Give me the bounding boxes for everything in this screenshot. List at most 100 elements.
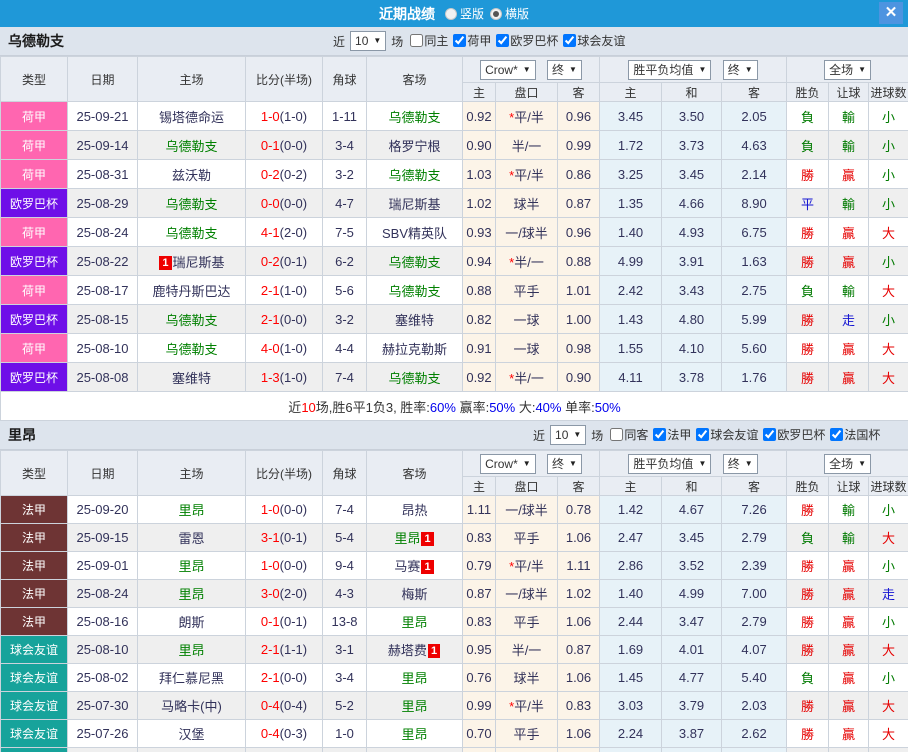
match-filter: 近 10 ▼ 场 同客法甲球会友谊欧罗巴杯法国杯 bbox=[533, 421, 880, 449]
home-team[interactable]: 兹沃勒 bbox=[138, 160, 246, 189]
team-name-text: 乌德勒支 bbox=[388, 168, 440, 183]
filter-checkbox[interactable] bbox=[610, 428, 623, 441]
filter-checkbox[interactable] bbox=[830, 428, 843, 441]
away-team[interactable]: 乌德勒支 bbox=[367, 160, 463, 189]
filter-checkbox[interactable] bbox=[563, 34, 576, 47]
filter-checkbox-item[interactable]: 法国杯 bbox=[827, 426, 880, 443]
filter-checkbox-item[interactable]: 欧罗巴杯 bbox=[493, 32, 558, 49]
match-count-select[interactable]: 10 ▼ bbox=[350, 31, 386, 51]
filter-checkbox[interactable] bbox=[496, 34, 509, 47]
home-team[interactable]: 朗斯 bbox=[138, 608, 246, 636]
away-team[interactable]: 瑞尼斯基 bbox=[367, 189, 463, 218]
avg-odds-dropdown[interactable]: 胜平负均值▼ bbox=[628, 60, 711, 80]
odds-home: 0.82 bbox=[463, 305, 496, 334]
close-button[interactable]: ✕ bbox=[879, 2, 903, 24]
home-team[interactable]: 乌德勒支 bbox=[138, 218, 246, 247]
full-match-dropdown[interactable]: 全场▼ bbox=[824, 454, 871, 474]
away-team[interactable]: 里昂 bbox=[367, 720, 463, 748]
away-team[interactable]: 里昂 bbox=[367, 692, 463, 720]
odds-source-dropdown[interactable]: Crow*▼ bbox=[480, 454, 536, 474]
home-team[interactable]: 鹿特丹斯巴达 bbox=[138, 276, 246, 305]
away-team[interactable]: 格罗宁根 bbox=[367, 131, 463, 160]
odds-home: 0.88 bbox=[463, 276, 496, 305]
red-card-badge: 1 bbox=[421, 532, 433, 546]
half-time-score: (0-0) bbox=[280, 670, 307, 685]
filter-checkbox-item[interactable]: 欧罗巴杯 bbox=[760, 426, 825, 443]
avg-home-odds: 1.69 bbox=[600, 636, 662, 664]
odds-source-dropdown[interactable]: Crow*▼ bbox=[480, 60, 536, 80]
home-team[interactable]: 里昂 bbox=[138, 552, 246, 580]
league-type-cell: 荷甲 bbox=[1, 334, 68, 363]
odds-final-dropdown[interactable]: 终▼ bbox=[547, 454, 582, 474]
layout-radio-vertical[interactable]: 竖版 bbox=[445, 5, 484, 22]
home-team[interactable]: 里昂 bbox=[138, 580, 246, 608]
away-team[interactable]: 梅斯 bbox=[367, 580, 463, 608]
odds-home: 0.92 bbox=[463, 102, 496, 131]
summary-segment: 场,胜6平1负3, 胜率: bbox=[316, 400, 430, 415]
avg-odds-dropdown[interactable]: 胜平负均值▼ bbox=[628, 454, 711, 474]
corner-score: 4-7 bbox=[323, 189, 367, 218]
away-team[interactable]: 乌德勒支 bbox=[367, 276, 463, 305]
home-team[interactable]: 乌德勒支 bbox=[138, 189, 246, 218]
away-team[interactable]: 乌德勒支 bbox=[367, 247, 463, 276]
filter-checkbox[interactable] bbox=[696, 428, 709, 441]
home-team[interactable]: 汉堡 bbox=[138, 720, 246, 748]
full-time-score: 4-0 bbox=[261, 341, 280, 356]
away-team[interactable]: 里昂 bbox=[367, 664, 463, 692]
filter-checkbox-label: 法甲 bbox=[667, 426, 691, 443]
column-header-home: 主场 bbox=[138, 57, 246, 102]
home-team[interactable]: 马略卡(中) bbox=[138, 692, 246, 720]
filter-checkbox-item[interactable]: 荷甲 bbox=[450, 32, 491, 49]
away-team[interactable]: 马赛1 bbox=[367, 552, 463, 580]
away-team[interactable]: SBV精英队 bbox=[367, 218, 463, 247]
result-wdl: 勝 bbox=[787, 247, 829, 276]
layout-radio-horizontal[interactable]: 横版 bbox=[490, 5, 529, 22]
home-team[interactable]: 里昂 bbox=[138, 496, 246, 524]
odds-away: 0.99 bbox=[558, 131, 600, 160]
home-team[interactable]: 乌德勒支 bbox=[138, 334, 246, 363]
team-name-text: 汉堡 bbox=[178, 727, 204, 742]
home-team[interactable]: 乌德勒支 bbox=[138, 305, 246, 334]
away-team[interactable]: 里昂1 bbox=[367, 524, 463, 552]
away-team[interactable]: 昂热 bbox=[367, 496, 463, 524]
corner-score: 4-3 bbox=[323, 580, 367, 608]
filter-checkbox-item[interactable]: 同客 bbox=[607, 426, 648, 443]
live-line-asterisk: * bbox=[509, 168, 514, 183]
corner-score: 3-4 bbox=[323, 664, 367, 692]
filter-checkbox[interactable] bbox=[653, 428, 666, 441]
away-team[interactable]: 乌德勒支 bbox=[367, 102, 463, 131]
filter-checkbox-item[interactable]: 球会友谊 bbox=[560, 32, 625, 49]
league-type-cell: 法甲 bbox=[1, 524, 68, 552]
home-team[interactable]: 锡塔德命运 bbox=[138, 102, 246, 131]
odds-home: 1.11 bbox=[463, 496, 496, 524]
filter-checkbox-item[interactable]: 法甲 bbox=[650, 426, 691, 443]
filter-checkbox[interactable] bbox=[763, 428, 776, 441]
avg-final-dropdown[interactable]: 终▼ bbox=[723, 60, 758, 80]
odds-final-dropdown[interactable]: 终▼ bbox=[547, 60, 582, 80]
filter-checkbox[interactable] bbox=[453, 34, 466, 47]
filter-checkbox-item[interactable]: 球会友谊 bbox=[693, 426, 758, 443]
home-team[interactable]: 里昂(中) bbox=[138, 748, 246, 752]
away-team[interactable]: 赫塔费1 bbox=[367, 636, 463, 664]
home-team[interactable]: 雷恩 bbox=[138, 524, 246, 552]
score-cell: 0-1(0-0) bbox=[246, 131, 323, 160]
handicap-line: 平手 bbox=[496, 276, 558, 305]
avg-final-dropdown[interactable]: 终▼ bbox=[723, 454, 758, 474]
subcol-result-goals: 进球数 bbox=[869, 83, 908, 102]
home-team[interactable]: 乌德勒支 bbox=[138, 131, 246, 160]
home-team[interactable]: 1瑞尼斯基 bbox=[138, 247, 246, 276]
home-team[interactable]: 塞维特 bbox=[138, 363, 246, 392]
match-count-select[interactable]: 10 ▼ bbox=[550, 425, 586, 445]
away-team[interactable]: 塞维特 bbox=[367, 305, 463, 334]
filter-checkbox-item[interactable]: 同主 bbox=[407, 32, 448, 49]
away-team[interactable]: 赫拉克勒斯 bbox=[367, 334, 463, 363]
away-team[interactable]: 里昂 bbox=[367, 608, 463, 636]
home-team[interactable]: 里昂 bbox=[138, 636, 246, 664]
home-team[interactable]: 拜仁慕尼黑 bbox=[138, 664, 246, 692]
team-name-text: 乌德勒支 bbox=[388, 255, 440, 270]
away-team[interactable]: 乌德勒支 bbox=[367, 363, 463, 392]
away-team[interactable]: RWD莫伦贝克 bbox=[367, 748, 463, 752]
full-match-dropdown[interactable]: 全场▼ bbox=[824, 60, 871, 80]
live-line-asterisk: * bbox=[509, 371, 514, 386]
filter-checkbox[interactable] bbox=[410, 34, 423, 47]
